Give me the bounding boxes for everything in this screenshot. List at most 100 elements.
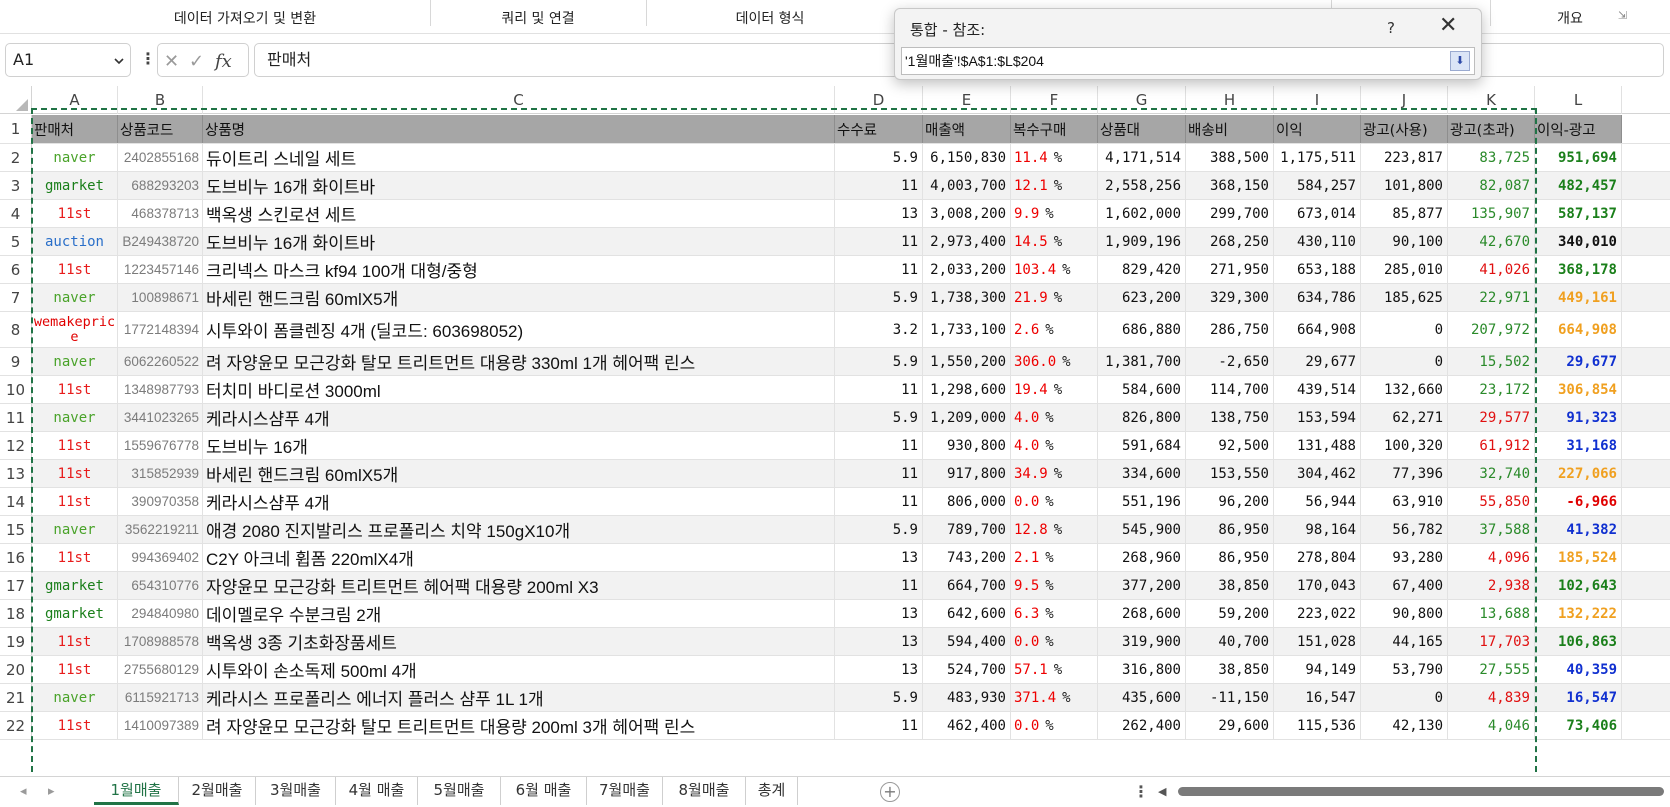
cell-f[interactable]: 306.0% — [1011, 348, 1098, 375]
cell-e[interactable]: 2,033,200 — [923, 256, 1011, 283]
cell-j[interactable]: 285,010 — [1361, 256, 1448, 283]
header-cell[interactable]: 복수구매 — [1011, 115, 1098, 143]
cell-k[interactable]: 37,588 — [1448, 516, 1535, 543]
cell-j[interactable]: 101,800 — [1361, 172, 1448, 199]
cell-i[interactable]: 153,594 — [1274, 404, 1361, 431]
cell-d[interactable]: 13 — [835, 600, 923, 627]
cell-c[interactable]: 케라시스샴푸 4개 — [203, 488, 835, 515]
cell-c[interactable]: 터치미 바디로션 3000ml — [203, 376, 835, 403]
row-header[interactable]: 19 — [0, 628, 32, 655]
cell-l[interactable]: 102,643 — [1535, 572, 1622, 599]
cell-g[interactable]: 334,600 — [1098, 460, 1186, 487]
row-header[interactable]: 11 — [0, 404, 32, 431]
cell-h[interactable]: 153,550 — [1186, 460, 1274, 487]
row-header[interactable]: 14 — [0, 488, 32, 515]
cell-d[interactable]: 11 — [835, 256, 923, 283]
cell-l[interactable]: 340,010 — [1535, 228, 1622, 255]
cell-e[interactable]: 1,298,600 — [923, 376, 1011, 403]
cell-e[interactable]: 4,003,700 — [923, 172, 1011, 199]
cell-d[interactable]: 13 — [835, 656, 923, 683]
cell-k[interactable]: 22,971 — [1448, 284, 1535, 311]
cell-d[interactable]: 11 — [835, 712, 923, 739]
cell-h[interactable]: 40,700 — [1186, 628, 1274, 655]
cell-j[interactable]: 132,660 — [1361, 376, 1448, 403]
cell-a[interactable]: gmarket — [32, 600, 118, 627]
cell-k[interactable]: 23,172 — [1448, 376, 1535, 403]
cell-l[interactable]: 106,863 — [1535, 628, 1622, 655]
cell-g[interactable]: 829,420 — [1098, 256, 1186, 283]
cell-d[interactable]: 11 — [835, 460, 923, 487]
cell-i[interactable]: 223,022 — [1274, 600, 1361, 627]
cell-h[interactable]: 29,600 — [1186, 712, 1274, 739]
sheet-tab[interactable]: 4월 매출 — [336, 777, 418, 805]
column-header-b[interactable]: B — [118, 86, 203, 114]
row-header[interactable]: 1 — [0, 115, 32, 143]
cell-d[interactable]: 11 — [835, 572, 923, 599]
cell-i[interactable]: 16,547 — [1274, 684, 1361, 711]
ribbon-group-data-types[interactable]: 데이터 형식 — [646, 0, 894, 34]
cell-k[interactable]: 17,703 — [1448, 628, 1535, 655]
cell-l[interactable]: 91,323 — [1535, 404, 1622, 431]
cell-l[interactable]: 16,547 — [1535, 684, 1622, 711]
header-cell[interactable]: 판매처 — [32, 115, 118, 143]
cell-j[interactable]: 0 — [1361, 348, 1448, 375]
cell-l[interactable]: 227,066 — [1535, 460, 1622, 487]
cell-j[interactable]: 223,817 — [1361, 144, 1448, 171]
cell-a[interactable]: gmarket — [32, 172, 118, 199]
cell-c[interactable]: 듀이트리 스네일 세트 — [203, 144, 835, 171]
column-header-i[interactable]: I — [1274, 86, 1361, 114]
cell-e[interactable]: 3,008,200 — [923, 200, 1011, 227]
cell-f[interactable]: 34.9% — [1011, 460, 1098, 487]
cell-j[interactable]: 100,320 — [1361, 432, 1448, 459]
cell-l[interactable]: 449,161 — [1535, 284, 1622, 311]
header-cell[interactable]: 이익 — [1274, 115, 1361, 143]
cell-a[interactable]: auction — [32, 228, 118, 255]
cell-c[interactable]: 자양윤모 모근강화 트리트먼트 헤어팩 대용량 200ml X3 — [203, 572, 835, 599]
cell-c[interactable]: 도브비누 16개 화이트바 — [203, 228, 835, 255]
cell-g[interactable]: 826,800 — [1098, 404, 1186, 431]
cell-i[interactable]: 56,944 — [1274, 488, 1361, 515]
cell-a[interactable]: naver — [32, 404, 118, 431]
cell-a[interactable]: 11st — [32, 656, 118, 683]
cell-l[interactable]: 41,382 — [1535, 516, 1622, 543]
cell-k[interactable]: 15,502 — [1448, 348, 1535, 375]
cell-e[interactable]: 1,209,000 — [923, 404, 1011, 431]
cell-h[interactable]: 96,200 — [1186, 488, 1274, 515]
cell-d[interactable]: 5.9 — [835, 684, 923, 711]
cell-g[interactable]: 1,909,196 — [1098, 228, 1186, 255]
cell-c[interactable]: 애경 2080 진지발리스 프로폴리스 치약 150gX10개 — [203, 516, 835, 543]
cell-g[interactable]: 4,171,514 — [1098, 144, 1186, 171]
cell-e[interactable]: 524,700 — [923, 656, 1011, 683]
cell-c[interactable]: 려 자양윤모 모근강화 탈모 트리트먼트 대용량 200ml 3개 헤어팩 린스 — [203, 712, 835, 739]
cell-l[interactable]: 587,137 — [1535, 200, 1622, 227]
cell-l[interactable]: 185,524 — [1535, 544, 1622, 571]
cell-c[interactable]: 도브비누 16개 — [203, 432, 835, 459]
cell-d[interactable]: 11 — [835, 376, 923, 403]
cell-c[interactable]: 시투와이 폼클렌징 4개 (딜코드: 603698052) — [203, 312, 835, 347]
cell-g[interactable]: 262,400 — [1098, 712, 1186, 739]
column-header-j[interactable]: J — [1361, 86, 1448, 114]
cell-f[interactable]: 0.0% — [1011, 488, 1098, 515]
row-header[interactable]: 15 — [0, 516, 32, 543]
cell-k[interactable]: 61,912 — [1448, 432, 1535, 459]
cell-f[interactable]: 12.1% — [1011, 172, 1098, 199]
cell-a[interactable]: 11st — [32, 376, 118, 403]
cell-d[interactable]: 13 — [835, 544, 923, 571]
header-cell[interactable]: 광고(초과) — [1448, 115, 1535, 143]
cell-i[interactable]: 304,462 — [1274, 460, 1361, 487]
row-header[interactable]: 6 — [0, 256, 32, 283]
cell-h[interactable]: 38,850 — [1186, 572, 1274, 599]
cell-e[interactable]: 743,200 — [923, 544, 1011, 571]
column-header-e[interactable]: E — [923, 86, 1011, 114]
cell-j[interactable]: 185,625 — [1361, 284, 1448, 311]
cell-k[interactable]: 4,839 — [1448, 684, 1535, 711]
header-cell[interactable]: 상품코드 — [118, 115, 203, 143]
cell-a[interactable]: naver — [32, 144, 118, 171]
cell-f[interactable]: 57.1% — [1011, 656, 1098, 683]
cell-c[interactable]: 바세린 핸드크림 60mlX5개 — [203, 460, 835, 487]
scroll-tabs-right-icon[interactable]: ▸ — [48, 784, 55, 799]
cell-i[interactable]: 673,014 — [1274, 200, 1361, 227]
cell-a[interactable]: 11st — [32, 544, 118, 571]
cell-e[interactable]: 664,700 — [923, 572, 1011, 599]
cell-a[interactable]: 11st — [32, 432, 118, 459]
